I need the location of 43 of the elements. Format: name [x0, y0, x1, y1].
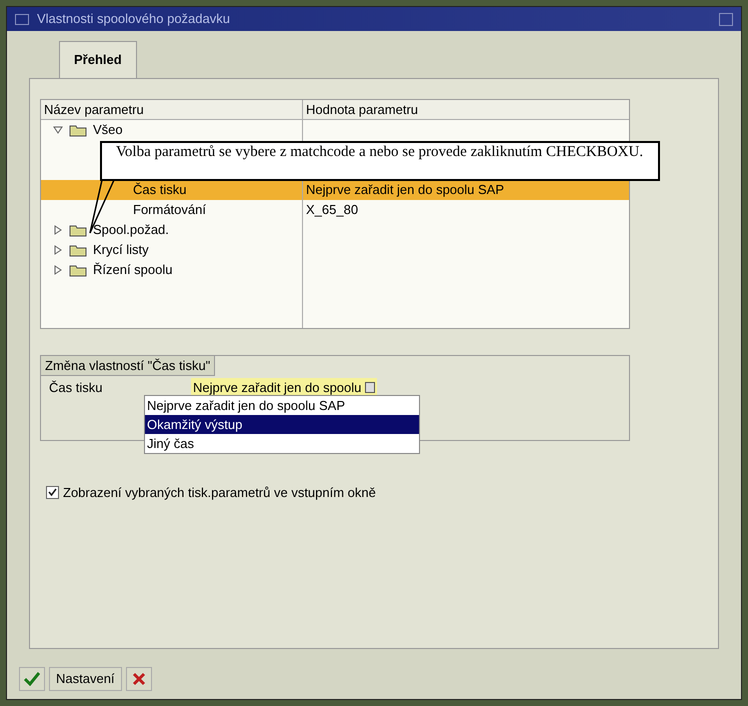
- tree-row[interactable]: Všeo: [41, 120, 302, 140]
- callout-box: Volba parametrů se vybere z matchcode a nebo se provede zakliknutím CHECKBOXU.: [100, 141, 660, 181]
- checkbox[interactable]: [46, 486, 59, 499]
- dropdown-option[interactable]: Nejprve zařadit jen do spoolu SAP: [145, 396, 419, 414]
- tree-value: X_65_80: [306, 201, 358, 220]
- group-title: Změna vlastností "Čas tisku": [41, 356, 216, 376]
- window-title: Vlastnosti spoolového požadavku: [37, 10, 230, 28]
- dropdown-icon: [365, 382, 376, 394]
- tree-row[interactable]: Čas tisku: [41, 180, 302, 200]
- settings-button[interactable]: Nastavení: [49, 667, 122, 691]
- window-menu-icon[interactable]: [719, 12, 733, 26]
- column-header[interactable]: Název parametru: [41, 100, 303, 119]
- cancel-button[interactable]: [126, 667, 152, 691]
- expand-arrow-icon[interactable]: [53, 245, 63, 255]
- tree-value: Nejprve zařadit jen do spoolu SAP: [306, 181, 504, 200]
- column-header[interactable]: Hodnota parametru: [303, 100, 629, 119]
- folder-icon: [69, 264, 87, 276]
- folder-icon: [69, 244, 87, 256]
- tree-label: Formátování: [133, 201, 206, 220]
- tree-label: Všeo: [93, 121, 123, 140]
- folder-icon: [69, 224, 87, 236]
- checkbox-label: Zobrazení vybraných tisk.parametrů ve vstupním okně: [63, 484, 376, 502]
- tree-row[interactable]: Krycí listy: [41, 240, 302, 260]
- tree-label: Řízení spoolu: [93, 261, 172, 280]
- check-icon: [48, 488, 57, 497]
- expand-arrow-icon[interactable]: [53, 265, 63, 275]
- check-icon: [24, 672, 40, 686]
- confirm-button[interactable]: [19, 667, 45, 691]
- field-label: Čas tisku: [49, 379, 104, 397]
- tree-row[interactable]: Formátování: [41, 200, 302, 220]
- close-icon: [132, 672, 146, 686]
- tree-row[interactable]: Řízení spoolu: [41, 260, 302, 280]
- expand-arrow-icon[interactable]: [53, 225, 63, 235]
- tree-row[interactable]: Spool.požad.: [41, 220, 302, 240]
- window-icon: [15, 14, 29, 24]
- tree-label: Krycí listy: [93, 241, 149, 260]
- tree-label: Spool.požad.: [93, 221, 169, 240]
- collapse-arrow-icon[interactable]: [53, 125, 63, 135]
- dropdown-option[interactable]: Okamžitý výstup: [145, 414, 419, 434]
- dropdown-option[interactable]: Jiný čas: [145, 434, 419, 452]
- tab[interactable]: Přehled: [59, 41, 137, 78]
- folder-icon: [69, 124, 87, 136]
- tree-label: Čas tisku: [133, 181, 186, 200]
